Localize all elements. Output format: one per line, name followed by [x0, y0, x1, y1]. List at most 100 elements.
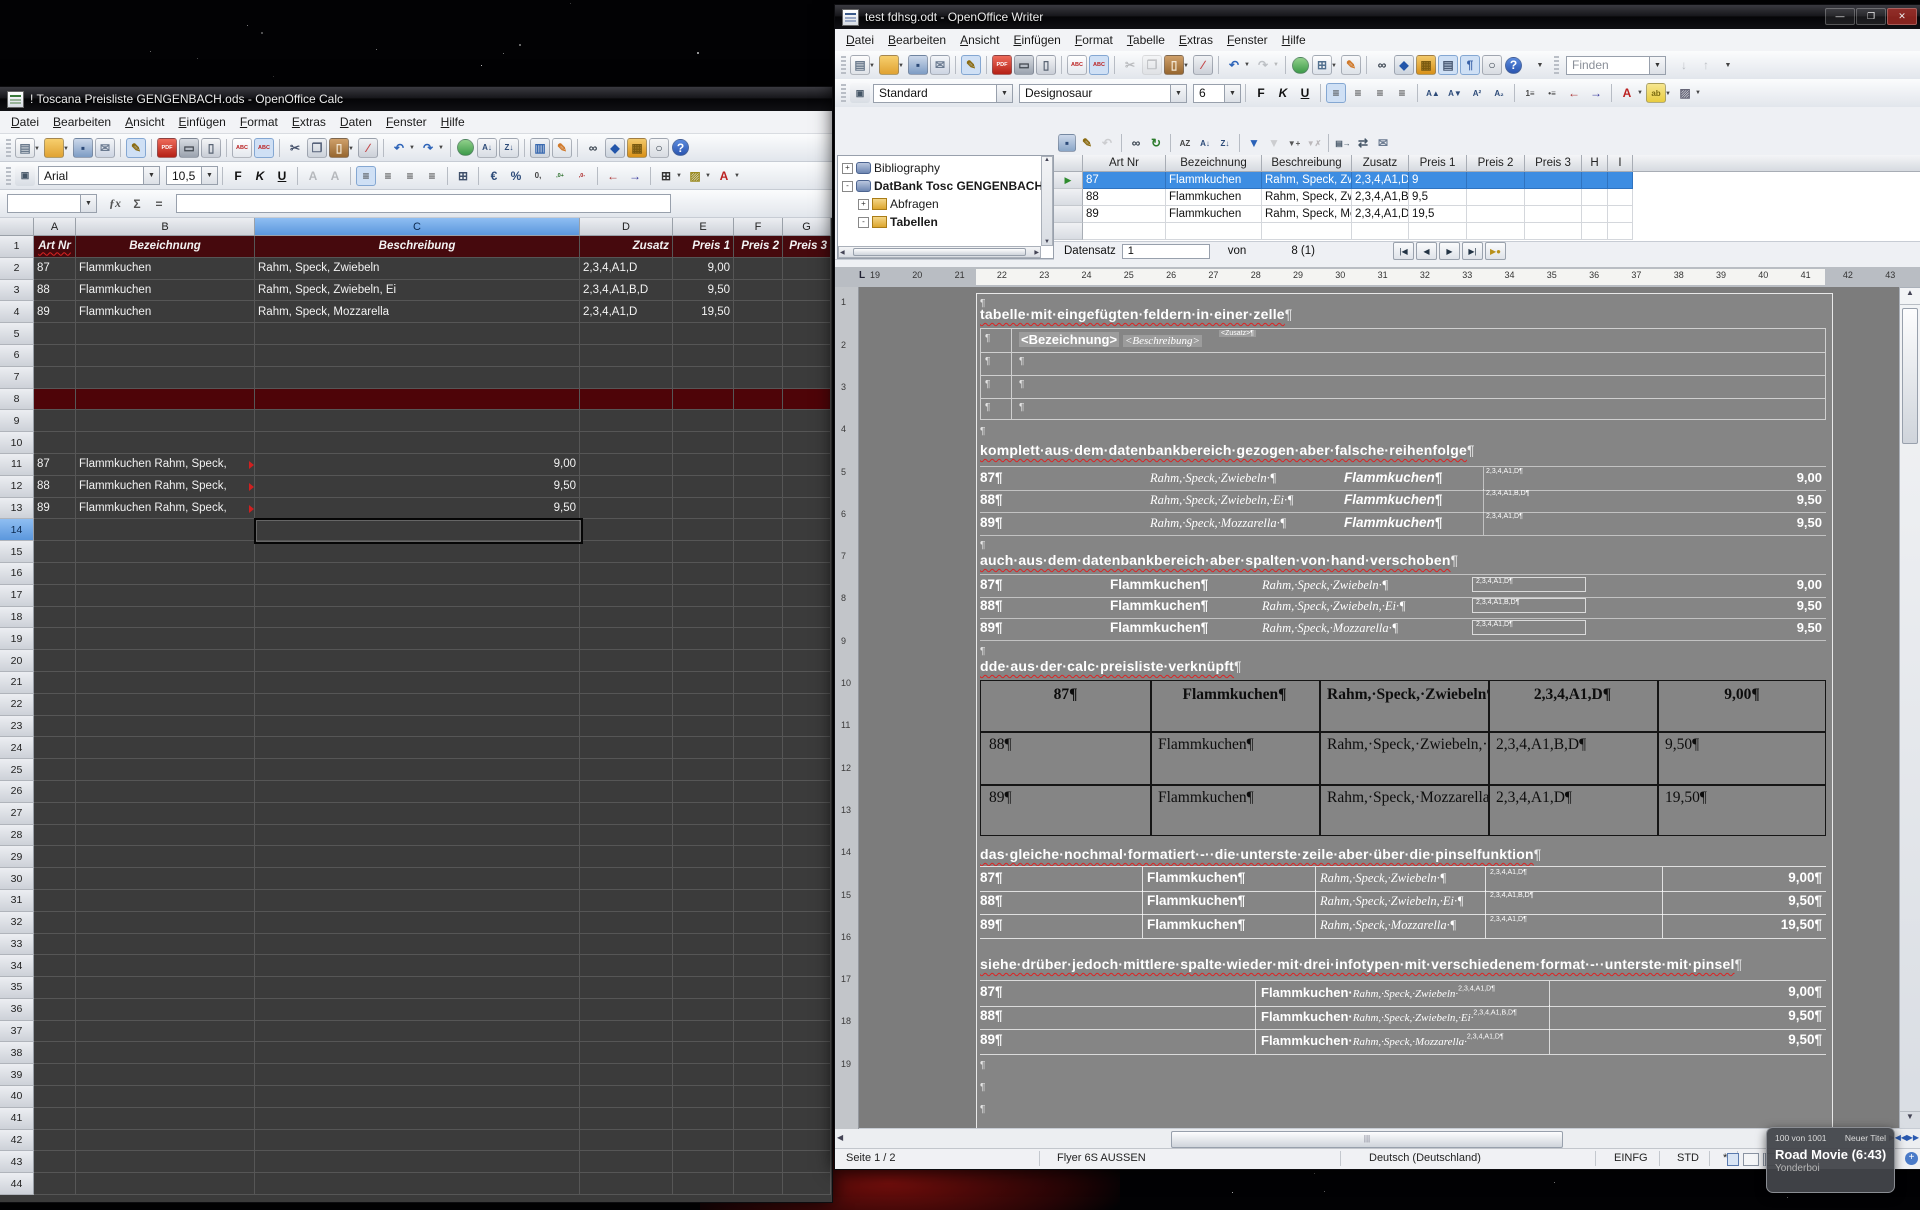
grid-cell[interactable]: 19,5 — [1409, 206, 1467, 223]
grid-cell[interactable]: 9 — [1409, 172, 1467, 189]
open-icon[interactable]: ▼ — [879, 55, 899, 75]
menu-datei[interactable]: Datei — [4, 112, 46, 132]
grid-column-header-art-nr[interactable]: Art Nr — [1083, 155, 1166, 172]
cell-G3[interactable] — [783, 280, 831, 302]
last-record-button[interactable]: ▶| — [1462, 242, 1483, 260]
cell-B27[interactable] — [76, 803, 255, 825]
number-standard-icon[interactable]: 0, — [528, 166, 548, 186]
find-replace-icon[interactable]: ∞ — [583, 138, 603, 158]
cell-G35[interactable] — [783, 977, 831, 999]
cell-F37[interactable] — [734, 1021, 783, 1043]
cell-B4[interactable]: Flammkuchen — [76, 301, 255, 323]
status-insert-mode[interactable]: EINFG — [1614, 1152, 1648, 1164]
cell-B29[interactable] — [76, 846, 255, 868]
row-header-14[interactable]: 14 — [0, 519, 34, 541]
align-right-icon[interactable]: ≡ — [1370, 83, 1390, 103]
row-header-24[interactable]: 24 — [0, 737, 34, 759]
cell-A11[interactable]: 87 — [34, 454, 76, 476]
cell-A9[interactable] — [34, 410, 76, 432]
edit-data-icon[interactable]: ✎ — [1078, 134, 1096, 152]
grid-cell[interactable] — [1582, 189, 1608, 206]
undo-icon[interactable]: ↶▼ — [389, 138, 409, 158]
merge-cells-icon[interactable]: ⊞ — [453, 166, 473, 186]
italic-icon[interactable]: K — [1273, 83, 1293, 103]
cell-G18[interactable] — [783, 607, 831, 629]
cell-G22[interactable] — [783, 694, 831, 716]
cell-F4[interactable] — [734, 301, 783, 323]
cell-D7[interactable] — [580, 367, 673, 389]
cell-B40[interactable] — [76, 1086, 255, 1108]
cell-B20[interactable] — [76, 650, 255, 672]
row-header-11[interactable]: 11 — [0, 454, 34, 476]
italic-icon[interactable]: K — [250, 166, 270, 186]
format-paintbrush-icon[interactable]: ∕ — [1193, 55, 1213, 75]
cell-C37[interactable] — [255, 1021, 580, 1043]
cell-A8[interactable] — [34, 389, 76, 411]
edit-file-icon[interactable]: ✎ — [961, 55, 981, 75]
grid-cell[interactable]: 87 — [1083, 172, 1166, 189]
cell-F34[interactable] — [734, 955, 783, 977]
cell-G32[interactable] — [783, 912, 831, 934]
bullets-icon[interactable]: •≡ — [1542, 83, 1562, 103]
column-header-C[interactable]: C — [255, 218, 580, 236]
cell-E4[interactable]: 19,50 — [673, 301, 734, 323]
field-beschreibung[interactable]: <Beschreibung> — [1123, 335, 1202, 347]
cell-A31[interactable] — [34, 890, 76, 912]
cell-C42[interactable] — [255, 1130, 580, 1152]
grid-cell[interactable]: Flammkuchen — [1166, 189, 1262, 206]
cell-C12[interactable]: 9,50 — [255, 476, 580, 498]
calc-titlebar[interactable]: ! Toscana Preisliste GENGENBACH.ods - Op… — [0, 87, 832, 111]
cell-D22[interactable] — [580, 694, 673, 716]
grid-cell[interactable] — [1083, 223, 1166, 240]
cell-G2[interactable] — [783, 258, 831, 280]
row-header-34[interactable]: 34 — [0, 955, 34, 977]
cell-B10[interactable] — [76, 432, 255, 454]
grid-cell[interactable] — [1582, 223, 1608, 240]
scroll-down-icon[interactable]: ▼ — [1900, 1111, 1920, 1128]
row-header-29[interactable]: 29 — [0, 846, 34, 868]
grid-cell[interactable]: Rahm, Speck, Zwi — [1262, 189, 1352, 206]
cell-F30[interactable] — [734, 868, 783, 890]
redo-icon[interactable]: ↷▼ — [418, 138, 438, 158]
sort-descending-icon[interactable]: Z↓ — [1216, 134, 1234, 152]
cell-E14[interactable] — [673, 519, 734, 541]
cell-F28[interactable] — [734, 825, 783, 847]
cell-F29[interactable] — [734, 846, 783, 868]
cell-A10[interactable] — [34, 432, 76, 454]
cell-A21[interactable] — [34, 672, 76, 694]
row-header-22[interactable]: 22 — [0, 694, 34, 716]
cell-E9[interactable] — [673, 410, 734, 432]
document-as-email-icon[interactable]: ✉ — [95, 138, 115, 158]
mail-merge-icon[interactable]: ✉ — [1374, 134, 1392, 152]
dropdown-arrow-icon[interactable]: ▼ — [1224, 85, 1240, 102]
cell-A38[interactable] — [34, 1042, 76, 1064]
show-draw-functions-icon[interactable]: ✎ — [552, 138, 572, 158]
styles-icon[interactable]: ▣ — [15, 166, 35, 186]
grid-column-header-preis-3[interactable]: Preis 3 — [1525, 155, 1582, 172]
cell-G23[interactable] — [783, 716, 831, 738]
cell-C17[interactable] — [255, 585, 580, 607]
cell-D33[interactable] — [580, 934, 673, 956]
grid-cell[interactable] — [1467, 206, 1525, 223]
page-preview-icon[interactable]: ▯ — [1036, 55, 1056, 75]
grid-cell[interactable]: 89 — [1083, 206, 1166, 223]
cell-G20[interactable] — [783, 650, 831, 672]
cell-G15[interactable] — [783, 541, 831, 563]
row-header-2[interactable]: 2 — [0, 258, 34, 280]
font-size-combo[interactable]: 10,5▼ — [166, 166, 218, 185]
cell-F3[interactable] — [734, 280, 783, 302]
menu-format[interactable]: Format — [233, 112, 285, 132]
cell-C4[interactable]: Rahm, Speck, Mozzarella — [255, 301, 580, 323]
menu-fenster[interactable]: Fenster — [379, 112, 434, 132]
paste-icon[interactable]: ▯▼ — [329, 138, 349, 158]
font-color-icon[interactable]: A▼ — [714, 166, 734, 186]
row-header-42[interactable]: 42 — [0, 1130, 34, 1152]
previous-page-icon[interactable]: ◀◀ — [1895, 1133, 1907, 1142]
cell-D41[interactable] — [580, 1108, 673, 1130]
row-header-5[interactable]: 5 — [0, 323, 34, 345]
row-selector-4[interactable] — [1054, 223, 1083, 240]
cell-D13[interactable] — [580, 498, 673, 520]
cell-C20[interactable] — [255, 650, 580, 672]
media-player-popup[interactable]: 100 von 1001 Neuer Titel Road Movie (6:4… — [1766, 1127, 1895, 1193]
cell-C36[interactable] — [255, 999, 580, 1021]
